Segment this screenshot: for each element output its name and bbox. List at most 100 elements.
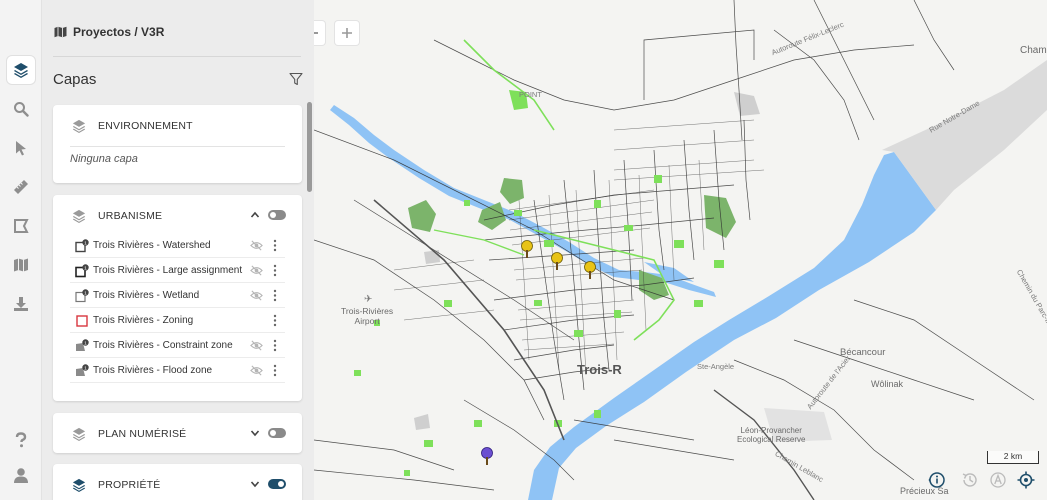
layers-group-icon: [72, 427, 86, 441]
layer-badge: 1: [84, 340, 87, 346]
group-header[interactable]: PLAN NUMÉRISÉ: [53, 413, 302, 455]
layer-row[interactable]: 1 Trois Rivières - Constraint zone: [70, 333, 285, 358]
scale-bar: 2 km: [987, 451, 1039, 464]
measure-button[interactable]: [7, 173, 35, 201]
layer-row[interactable]: 1 Trois Rivières - Wetland: [70, 283, 285, 308]
empty-layers-text: Ninguna capa: [70, 153, 138, 165]
tree-marker-icon[interactable]: [583, 261, 597, 281]
user-button[interactable]: [7, 461, 35, 489]
add-button[interactable]: [335, 21, 359, 45]
ruler-icon: [14, 180, 28, 194]
crosshair-icon: [1017, 471, 1035, 489]
map-view[interactable]: Autoroute Félix-Leclerc Rue Notre-Dame C…: [314, 0, 1047, 500]
layer-name: Trois Rivières - Watershed: [93, 240, 211, 251]
locate-button[interactable]: [1016, 470, 1036, 490]
filter-button[interactable]: [287, 70, 305, 88]
chevron-up-icon[interactable]: [250, 210, 260, 220]
tree-marker-icon[interactable]: [520, 240, 534, 260]
layer-name: Trois Rivières - Flood zone: [93, 365, 213, 376]
chevron-down-icon[interactable]: [250, 428, 260, 438]
layers-icon: [14, 63, 28, 78]
map-label-cham: Cham: [1020, 45, 1047, 56]
download-icon: [14, 297, 28, 311]
eye-off-icon[interactable]: [250, 339, 263, 352]
tree-marker-icon[interactable]: [550, 252, 564, 272]
layer-group-plan-numerise: PLAN NUMÉRISÉ: [53, 413, 302, 453]
search-button[interactable]: [7, 95, 35, 123]
airport-icon: ✈: [364, 294, 373, 305]
group-header[interactable]: URBANISME: [53, 195, 302, 237]
breadcrumb-divider: [53, 56, 301, 57]
help-icon: [15, 432, 27, 448]
tree-marker-icon[interactable]: [480, 447, 494, 467]
layer-polygon-icon: 1: [75, 264, 89, 278]
layer-name: Trois Rivières - Wetland: [93, 290, 200, 301]
layer-name: Trois Rivières - Zoning: [93, 315, 194, 326]
collapse-panel-button[interactable]: [314, 21, 325, 45]
layer-polygon-icon: 1: [75, 289, 89, 303]
folder-map-icon: [54, 26, 67, 38]
group-name: URBANISME: [98, 210, 163, 222]
layer-polygon-icon: 1: [76, 339, 89, 351]
info-icon: [928, 472, 945, 488]
map-label-wolinak: Wôlinak: [871, 379, 904, 389]
help-button[interactable]: [7, 426, 35, 454]
annotation-icon: [990, 472, 1006, 488]
user-icon: [14, 468, 28, 483]
layer-name: Trois Rivières - Constraint zone: [93, 340, 233, 351]
layer-row[interactable]: 1 Trois Rivières - Large assignment: [70, 258, 285, 283]
panel-title: Capas: [53, 71, 97, 88]
history-button[interactable]: [960, 470, 980, 490]
layer-badge: 1: [84, 265, 87, 271]
arrow-left-icon: [314, 32, 318, 34]
more-options-icon[interactable]: [272, 339, 278, 352]
search-icon: [14, 102, 29, 117]
layers-group-icon: [72, 209, 86, 223]
eye-off-icon[interactable]: [250, 364, 263, 377]
plus-icon: [342, 28, 352, 38]
eye-off-icon[interactable]: [250, 264, 263, 277]
more-options-icon[interactable]: [272, 314, 278, 327]
layers-group-icon: [72, 119, 86, 133]
info-button[interactable]: [926, 470, 946, 490]
draw-button[interactable]: [7, 212, 35, 240]
group-header[interactable]: ENVIRONNEMENT: [53, 105, 302, 147]
panel-scrollbar[interactable]: [307, 102, 312, 192]
annotation-button[interactable]: [988, 470, 1008, 490]
group-divider: [70, 146, 285, 147]
group-header[interactable]: PROPRIÉTÉ: [53, 464, 302, 500]
layer-row[interactable]: 1 Trois Rivières - Watershed: [70, 233, 285, 258]
layer-row[interactable]: 1 Trois Rivières - Flood zone: [70, 358, 285, 383]
layer-group-environnement: ENVIRONNEMENT Ninguna capa: [53, 105, 302, 183]
layers-button[interactable]: [7, 56, 35, 84]
layer-row[interactable]: Trois Rivières - Zoning: [70, 308, 285, 333]
breadcrumb[interactable]: Proyectos / V3R: [54, 24, 164, 40]
eye-off-icon[interactable]: [250, 239, 263, 252]
breadcrumb-text: Proyectos / V3R: [73, 25, 165, 39]
map-label-leon-provancher: Léon-Provancher Ecological Reserve: [737, 426, 806, 444]
more-options-icon[interactable]: [272, 264, 278, 277]
map-label-airport: Trois-Rivières Airport: [341, 306, 394, 326]
map-canvas[interactable]: [314, 0, 1047, 500]
icon-rail: [0, 0, 42, 500]
pointer-icon: [16, 141, 26, 156]
layer-zoning-icon: [76, 315, 88, 327]
chevron-down-icon[interactable]: [250, 479, 260, 489]
group-visibility-toggle[interactable]: [268, 428, 286, 438]
group-visibility-toggle[interactable]: [268, 210, 286, 220]
more-options-icon[interactable]: [272, 289, 278, 302]
draw-polygon-icon: [14, 219, 29, 233]
more-options-icon[interactable]: [272, 239, 278, 252]
layer-polygon-icon: 1: [76, 364, 89, 376]
map-label-trois-rivieres: Trois-R: [577, 362, 622, 377]
map-icon: [14, 258, 28, 272]
group-visibility-toggle[interactable]: [268, 479, 286, 489]
basemap-button[interactable]: [7, 251, 35, 279]
more-options-icon[interactable]: [272, 364, 278, 377]
group-name: ENVIRONNEMENT: [98, 120, 193, 132]
select-button[interactable]: [7, 134, 35, 162]
download-button[interactable]: [7, 290, 35, 318]
layer-group-propriete: PROPRIÉTÉ: [53, 464, 302, 500]
eye-off-icon[interactable]: [250, 289, 263, 302]
layers-group-icon: [72, 478, 86, 492]
